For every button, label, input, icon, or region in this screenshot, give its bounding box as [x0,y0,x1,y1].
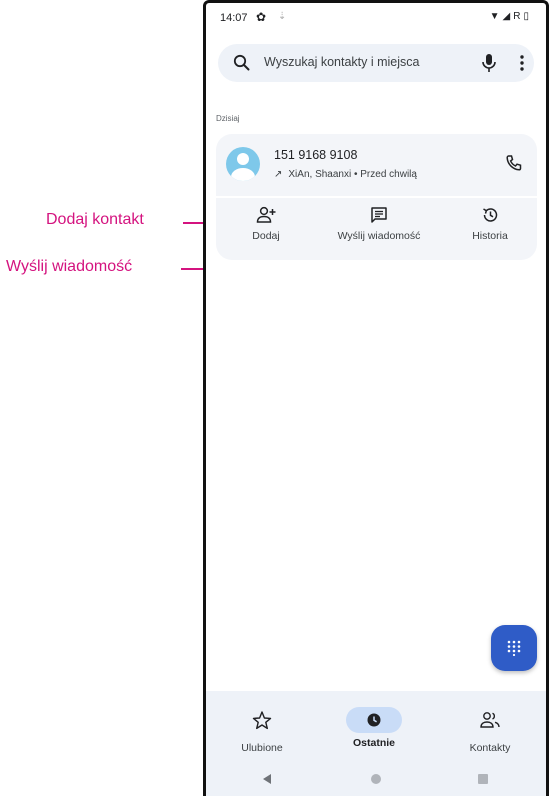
add-contact-button[interactable]: Dodaj [216,206,316,254]
send-message-label: Wyślij wiadomość [337,230,421,242]
call-number: 151 9168 9108 [274,148,358,162]
tab-contacts-label: Kontakty [469,742,511,754]
settings-icon: ✿ [256,10,267,24]
battery-icon: ▯ [523,11,532,22]
history-label: Historia [472,230,508,242]
message-icon [371,207,387,223]
tab-recent[interactable]: Ostatnie [324,707,424,749]
tab-favorites-label: Ulubione [241,742,283,754]
tab-contacts[interactable]: Kontakty [440,707,540,754]
star-icon [252,711,272,730]
dialpad-icon [507,640,521,656]
contacts-icon [480,712,500,728]
send-message-button[interactable]: Wyślij wiadomość [326,206,432,254]
search-bar[interactable]: Wyszukaj kontakty i miejsca [218,44,534,82]
section-label: Dzisiaj [216,114,240,123]
tab-recent-indicator [346,707,402,733]
history-button[interactable]: Historia [444,206,536,254]
call-detail: XiAn, Shaanxi • Przed chwilą [288,169,417,180]
tab-recent-label: Ostatnie [352,737,395,749]
phone-icon[interactable] [505,154,523,172]
avatar-icon [226,147,260,181]
outgoing-call-icon: ↗ [274,169,283,180]
system-navigation [206,771,546,791]
phone-screen: 14:07 ✿ ⇣ ▼◢R▯ Wyszukaj kontakty i miejs… [203,0,549,796]
history-icon [483,208,498,222]
status-icons: ▼◢R▯ [490,11,532,22]
clock-icon [367,713,381,727]
tab-favorites[interactable]: Ulubione [212,707,312,754]
dialpad-button[interactable] [491,625,537,671]
wifi-icon: ▼ [489,11,503,22]
home-icon[interactable] [371,774,381,784]
add-person-icon [256,206,276,223]
search-input[interactable]: Wyszukaj kontakty i miejsca [264,55,420,69]
bottom-navigation: Ulubione Ostatnie Kontakty [206,691,546,796]
mic-icon[interactable] [480,53,498,73]
status-time: 14:07 [220,12,248,24]
recents-icon[interactable] [478,774,488,784]
call-log-entry[interactable]: 151 9168 9108 ↗ XiAn, Shaanxi • Przed chw… [216,134,537,260]
call-detail-row: ↗ XiAn, Shaanxi • Przed chwilą [274,169,417,180]
status-bar: 14:07 ✿ ⇣ ▼◢R▯ [206,3,546,33]
more-vert-icon[interactable] [516,54,528,72]
status-roaming: R [513,11,524,22]
download-icon: ⇣ [278,11,287,22]
callout-send-message: Wyślij wiadomość [6,258,133,275]
add-contact-label: Dodaj [252,230,280,242]
search-icon[interactable] [232,53,252,73]
card-divider [216,196,537,198]
callout-add-contact: Dodaj kontakt [46,211,144,228]
signal-icon: ◢ [502,11,514,22]
back-icon[interactable] [262,773,272,785]
